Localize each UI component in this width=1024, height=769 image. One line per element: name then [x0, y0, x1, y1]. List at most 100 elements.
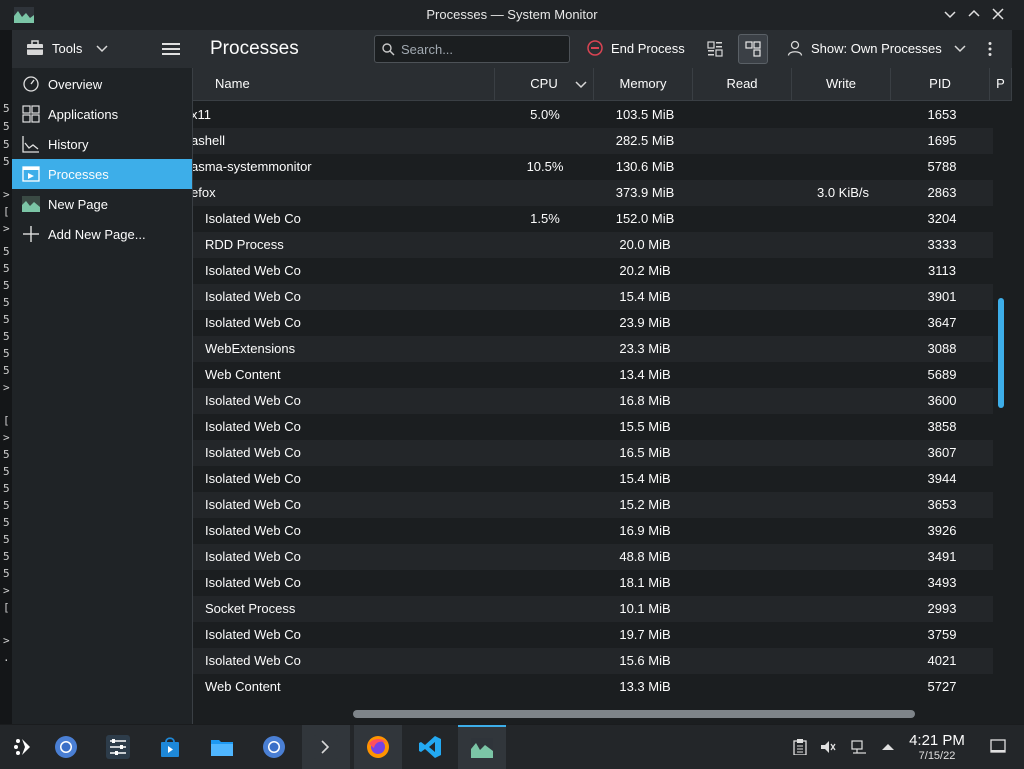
sidebar-item-label: Add New Page...	[48, 226, 146, 242]
process-name: Isolated Web Co	[205, 315, 301, 330]
taskbar-settings[interactable]	[94, 725, 142, 769]
taskbar: 4:21 PM 7/15/22	[0, 724, 1024, 769]
process-name: RDD Process	[205, 237, 284, 252]
table-row[interactable]: x11 5.0% 103.5 MiB 1653	[193, 102, 993, 128]
table-row[interactable]: WebExtensions 23.3 MiB 3088	[193, 336, 993, 362]
vscode-icon	[419, 736, 441, 758]
terminal-char: >	[3, 381, 10, 394]
chevron-down-icon	[944, 11, 956, 19]
process-pid: 3493	[927, 575, 957, 590]
process-memory: 15.2 MiB	[619, 497, 671, 512]
vertical-scrollbar-thumb[interactable]	[998, 298, 1004, 408]
sidebar-item-label: Overview	[48, 76, 103, 92]
table-row[interactable]: efox 373.9 MiB 3.0 KiB/s 2863	[193, 180, 993, 206]
sidebar-item-applications[interactable]: Applications	[12, 99, 192, 129]
terminal-char: 5	[3, 533, 10, 546]
column-header-cpu[interactable]: CPU	[495, 68, 594, 100]
taskbar-firefox[interactable]	[354, 725, 402, 769]
process-pid: 3653	[927, 497, 957, 512]
table-row[interactable]: Isolated Web Co 1.5% 152.0 MiB 3204	[193, 206, 993, 232]
process-memory: 23.3 MiB	[619, 341, 671, 356]
process-name: WebExtensions	[205, 341, 296, 356]
column-header-label: P	[996, 76, 1005, 91]
process-name: Isolated Web Co	[205, 523, 301, 538]
table-row[interactable]: Isolated Web Co 19.7 MiB 3759	[193, 622, 993, 648]
process-memory: 103.5 MiB	[615, 107, 675, 122]
process-pid: 5788	[927, 159, 957, 174]
table-row[interactable]: Isolated Web Co 16.5 MiB 3607	[193, 440, 993, 466]
column-header-memory[interactable]: Memory	[594, 68, 693, 100]
table-row[interactable]: ashell 282.5 MiB 1695	[193, 128, 993, 154]
table-row[interactable]: Isolated Web Co 18.1 MiB 3493	[193, 570, 993, 596]
close-button[interactable]	[989, 6, 1007, 24]
column-header-write[interactable]: Write	[792, 68, 891, 100]
minimize-button[interactable]	[941, 6, 959, 24]
table-row[interactable]: asma-systemmonitor 10.5% 130.6 MiB 5788	[193, 154, 993, 180]
hamburger-menu-button[interactable]	[162, 42, 180, 59]
clock[interactable]: 4:21 PM 7/15/22	[894, 732, 980, 762]
column-header-name[interactable]: Name	[193, 68, 495, 100]
process-memory: 16.8 MiB	[619, 393, 671, 408]
table-row[interactable]: Isolated Web Co 16.9 MiB 3926	[193, 518, 993, 544]
taskbar-chromium[interactable]	[250, 725, 298, 769]
tray-volume-muted[interactable]	[820, 739, 836, 758]
horizontal-scrollbar-thumb[interactable]	[353, 710, 915, 718]
close-icon	[992, 8, 1004, 20]
show-processes-filter[interactable]: Show: Own Processes	[787, 40, 966, 56]
table-row[interactable]: Isolated Web Co 15.6 MiB 4021	[193, 648, 993, 674]
tray-clipboard[interactable]	[792, 739, 808, 758]
column-header-read[interactable]: Read	[693, 68, 792, 100]
maximize-button[interactable]	[965, 6, 983, 24]
tools-menu-button[interactable]: Tools	[26, 40, 108, 56]
tools-label: Tools	[52, 40, 83, 56]
tree-view-icon	[745, 41, 761, 57]
tree-view-button[interactable]	[738, 34, 768, 64]
table-row[interactable]: Isolated Web Co 23.9 MiB 3647	[193, 310, 993, 336]
table-row[interactable]: Web Content 13.3 MiB 5727	[193, 674, 993, 700]
terminal-char: 5	[3, 313, 10, 326]
table-row[interactable]: Isolated Web Co 16.8 MiB 3600	[193, 388, 993, 414]
sidebar-item-overview[interactable]: Overview	[12, 69, 192, 99]
tray-network[interactable]	[851, 739, 867, 758]
taskbar-terminal[interactable]	[302, 725, 350, 769]
search-input[interactable]: Search...	[374, 35, 570, 63]
column-header-p[interactable]: P	[990, 68, 1012, 100]
sidebar-item-history[interactable]: History	[12, 129, 192, 159]
sidebar-item-processes[interactable]: Processes	[12, 159, 192, 189]
process-pid: 3600	[927, 393, 957, 408]
process-pid: 1653	[927, 107, 957, 122]
column-header-pid[interactable]: PID	[891, 68, 990, 100]
chevron-up-icon	[968, 9, 980, 17]
table-row[interactable]: Isolated Web Co 15.4 MiB 3901	[193, 284, 993, 310]
taskbar-discover-store[interactable]	[146, 725, 194, 769]
sidebar-item-new-page[interactable]: New Page	[12, 189, 192, 219]
show-desktop-button[interactable]	[990, 738, 1006, 757]
table-row[interactable]: Isolated Web Co 15.2 MiB 3653	[193, 492, 993, 518]
details-view-button[interactable]	[700, 34, 730, 64]
terminal-char: [	[3, 601, 10, 614]
taskbar-file-manager[interactable]	[198, 725, 246, 769]
table-row[interactable]: Isolated Web Co 15.5 MiB 3858	[193, 414, 993, 440]
process-pid: 4021	[927, 653, 957, 668]
process-memory: 15.4 MiB	[619, 471, 671, 486]
end-process-button[interactable]: End Process	[587, 40, 685, 56]
taskbar-vscode[interactable]	[406, 725, 454, 769]
table-row[interactable]: Isolated Web Co 15.4 MiB 3944	[193, 466, 993, 492]
sidebar-item-label: Applications	[48, 106, 119, 122]
table-row[interactable]: Isolated Web Co 20.2 MiB 3113	[193, 258, 993, 284]
process-name: asma-systemmonitor	[193, 159, 312, 174]
table-row[interactable]: RDD Process 20.0 MiB 3333	[193, 232, 993, 258]
sidebar-item-add-new-page[interactable]: Add New Page...	[12, 219, 192, 249]
taskbar-system-monitor[interactable]	[458, 725, 506, 769]
column-header-label: PID	[929, 76, 951, 91]
table-row[interactable]: Isolated Web Co 48.8 MiB 3491	[193, 544, 993, 570]
terminal-char: 5	[3, 330, 10, 343]
column-header-label: Read	[726, 76, 758, 91]
process-memory: 19.7 MiB	[619, 627, 671, 642]
table-row[interactable]: Socket Process 10.1 MiB 2993	[193, 596, 993, 622]
process-name: Isolated Web Co	[205, 627, 301, 642]
overflow-menu-button[interactable]	[986, 41, 994, 60]
table-row[interactable]: Web Content 13.4 MiB 5689	[193, 362, 993, 388]
taskbar-app-launcher[interactable]	[0, 725, 48, 769]
taskbar-chromium[interactable]	[42, 725, 90, 769]
